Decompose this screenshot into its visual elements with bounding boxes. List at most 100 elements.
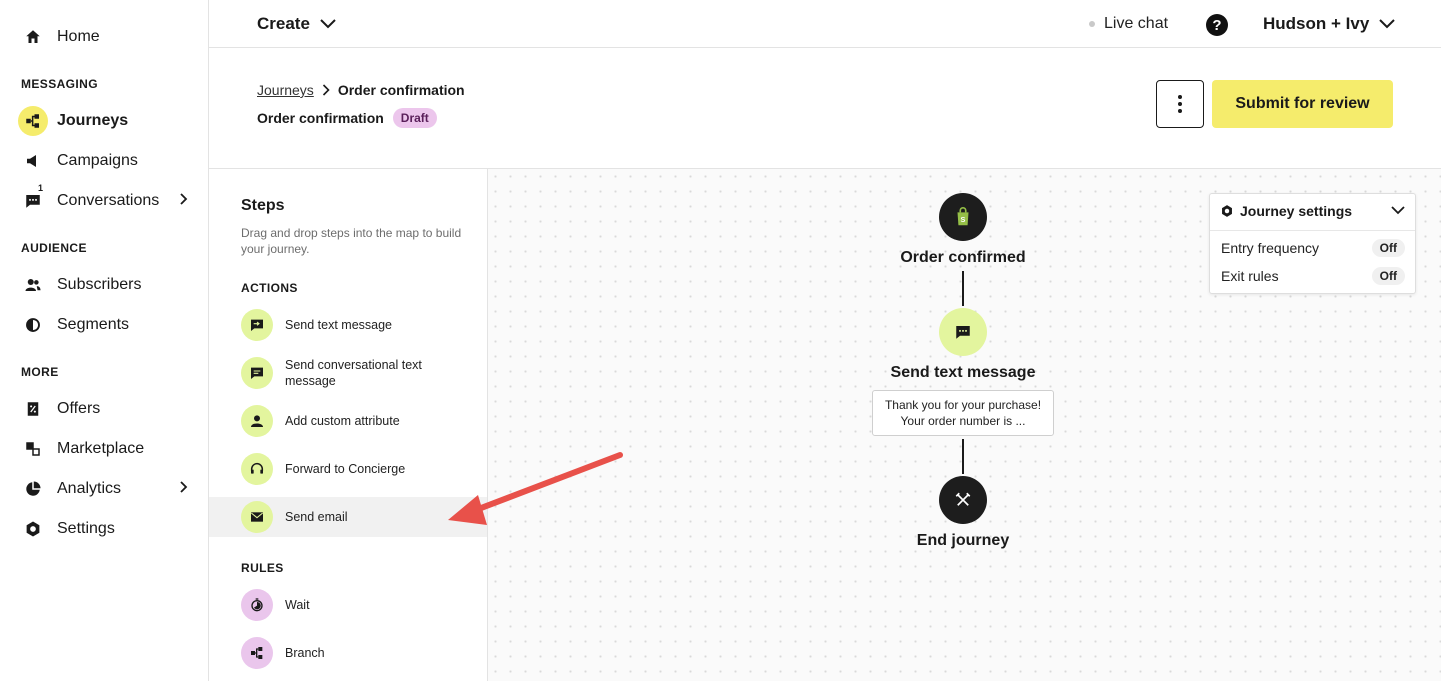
sidebar-item-subscribers[interactable]: Subscribers (18, 269, 198, 301)
more-options-button[interactable] (1156, 80, 1204, 128)
person-icon (241, 405, 273, 437)
steps-title: Steps (241, 197, 285, 214)
journey-canvas[interactable]: S Order confirmed Send text message Than… (488, 169, 1441, 681)
section-header-audience: AUDIENCE (21, 241, 87, 255)
step-branch[interactable]: Branch (209, 633, 487, 673)
breadcrumb: Journeys Order confirmation (257, 82, 465, 98)
account-dropdown[interactable]: Hudson + Ivy (1263, 14, 1395, 34)
section-header-rules: RULES (241, 561, 284, 575)
top-bar: Create Live chat ? Hudson + Ivy (209, 0, 1441, 48)
preview-line: Your order number is ... (900, 414, 1026, 428)
step-send-conversational-text[interactable]: Send conversational text message (209, 353, 487, 393)
journey-settings-title: Journey settings (1240, 203, 1353, 219)
setting-label: Entry frequency (1221, 240, 1320, 256)
node-label: Order confirmed (900, 249, 1026, 266)
title-row: Order confirmation Draft (257, 108, 437, 128)
steps-description: Drag and drop steps into the map to buil… (241, 226, 462, 256)
page-header: Journeys Order confirmation Order confir… (209, 48, 1441, 169)
preview-line: Thank you for your purchase! (884, 398, 1042, 412)
status-badge: Draft (392, 108, 437, 128)
sidebar-item-label: Marketplace (57, 440, 145, 457)
sidebar-item-label: Segments (57, 316, 130, 333)
chevron-right-icon (322, 84, 330, 96)
create-label: Create (257, 14, 310, 33)
sidebar-item-conversations[interactable]: 1 Conversations (18, 183, 198, 217)
journey-settings-toggle[interactable]: Journey settings (1220, 203, 1352, 219)
sidebar-item-marketplace[interactable]: Marketplace (18, 433, 198, 465)
account-name: Hudson + Ivy (1263, 14, 1370, 33)
action-node-send-text[interactable]: Send text message (883, 308, 1043, 382)
step-label: Add custom attribute (285, 414, 400, 428)
chevron-down-icon (1379, 19, 1395, 29)
pie-chart-icon (18, 474, 48, 504)
submit-for-review-button[interactable]: Submit for review (1212, 80, 1393, 128)
sidebar-item-campaigns[interactable]: Campaigns (18, 145, 198, 177)
step-send-email[interactable]: Send email (209, 497, 487, 537)
sidebar: Home MESSAGING Journeys Campaigns 1 Conv… (0, 0, 209, 681)
gear-icon (18, 514, 48, 544)
section-header-messaging: MESSAGING (21, 77, 98, 91)
node-label: Send text message (890, 364, 1036, 381)
chat-icon (939, 308, 987, 356)
connector-line (962, 439, 964, 474)
sidebar-item-offers[interactable]: Offers (18, 393, 198, 425)
text-message-icon (241, 309, 273, 341)
step-wait[interactable]: Wait (209, 585, 487, 625)
sidebar-item-home[interactable]: Home (18, 21, 198, 53)
step-label: Wait (285, 598, 310, 612)
offers-icon (18, 394, 48, 424)
branch-icon (241, 637, 273, 669)
sidebar-item-label: Offers (57, 400, 101, 417)
setting-label: Exit rules (1221, 268, 1279, 284)
chevron-right-icon (180, 193, 188, 205)
sidebar-item-label: Analytics (57, 480, 122, 497)
entry-frequency-row[interactable]: Entry frequency Off (1221, 239, 1405, 257)
page-title: Order confirmation (257, 110, 384, 126)
create-dropdown[interactable]: Create (257, 14, 336, 34)
chevron-down-icon[interactable] (1391, 205, 1405, 215)
segments-icon (18, 310, 48, 340)
sidebar-item-label: Settings (57, 520, 115, 537)
notification-count: 1 (37, 183, 43, 193)
status-badge: Off (1371, 267, 1405, 285)
breadcrumb-journeys-link[interactable]: Journeys (257, 82, 314, 98)
chevron-right-icon (180, 481, 188, 493)
connector-line (962, 271, 964, 306)
help-icon[interactable]: ? (1206, 14, 1228, 36)
email-icon (241, 501, 273, 533)
sidebar-item-label: Conversations (57, 192, 160, 209)
step-label: Send email (285, 510, 348, 524)
step-label: Forward to Concierge (285, 462, 406, 476)
shopify-icon: S (939, 193, 987, 241)
marketplace-icon (18, 434, 48, 464)
chevron-down-icon (320, 19, 336, 29)
breadcrumb-current: Order confirmation (337, 82, 465, 98)
sidebar-item-analytics[interactable]: Analytics (18, 473, 198, 505)
end-icon (939, 476, 987, 524)
step-send-text-message[interactable]: Send text message (209, 305, 487, 345)
divider (1210, 230, 1415, 231)
status-badge: Off (1371, 239, 1405, 257)
live-chat-button[interactable]: Live chat (1089, 15, 1168, 33)
gear-icon (1222, 205, 1232, 217)
step-label: Branch (285, 646, 325, 660)
svg-text:S: S (961, 215, 966, 224)
exit-rules-row[interactable]: Exit rules Off (1221, 267, 1405, 285)
live-chat-label: Live chat (1104, 15, 1169, 32)
sidebar-item-journeys[interactable]: Journeys (18, 105, 198, 137)
step-forward-to-concierge[interactable]: Forward to Concierge (209, 449, 487, 489)
step-label: Send text message (285, 318, 393, 332)
sidebar-item-label: Journeys (57, 112, 129, 129)
headset-icon (241, 453, 273, 485)
sidebar-item-label: Home (57, 28, 100, 45)
message-preview[interactable]: Thank you for your purchase! Your order … (872, 390, 1054, 436)
step-add-custom-attribute[interactable]: Add custom attribute (209, 401, 487, 441)
sidebar-item-settings[interactable]: Settings (18, 513, 198, 545)
node-label: End journey (916, 532, 1010, 549)
sidebar-item-segments[interactable]: Segments (18, 309, 198, 341)
end-journey-node[interactable]: End journey (883, 476, 1043, 550)
section-header-actions: ACTIONS (241, 281, 298, 295)
trigger-node[interactable]: S Order confirmed (883, 193, 1043, 267)
step-label: Send conversational text message (285, 358, 422, 388)
megaphone-icon (18, 146, 48, 176)
